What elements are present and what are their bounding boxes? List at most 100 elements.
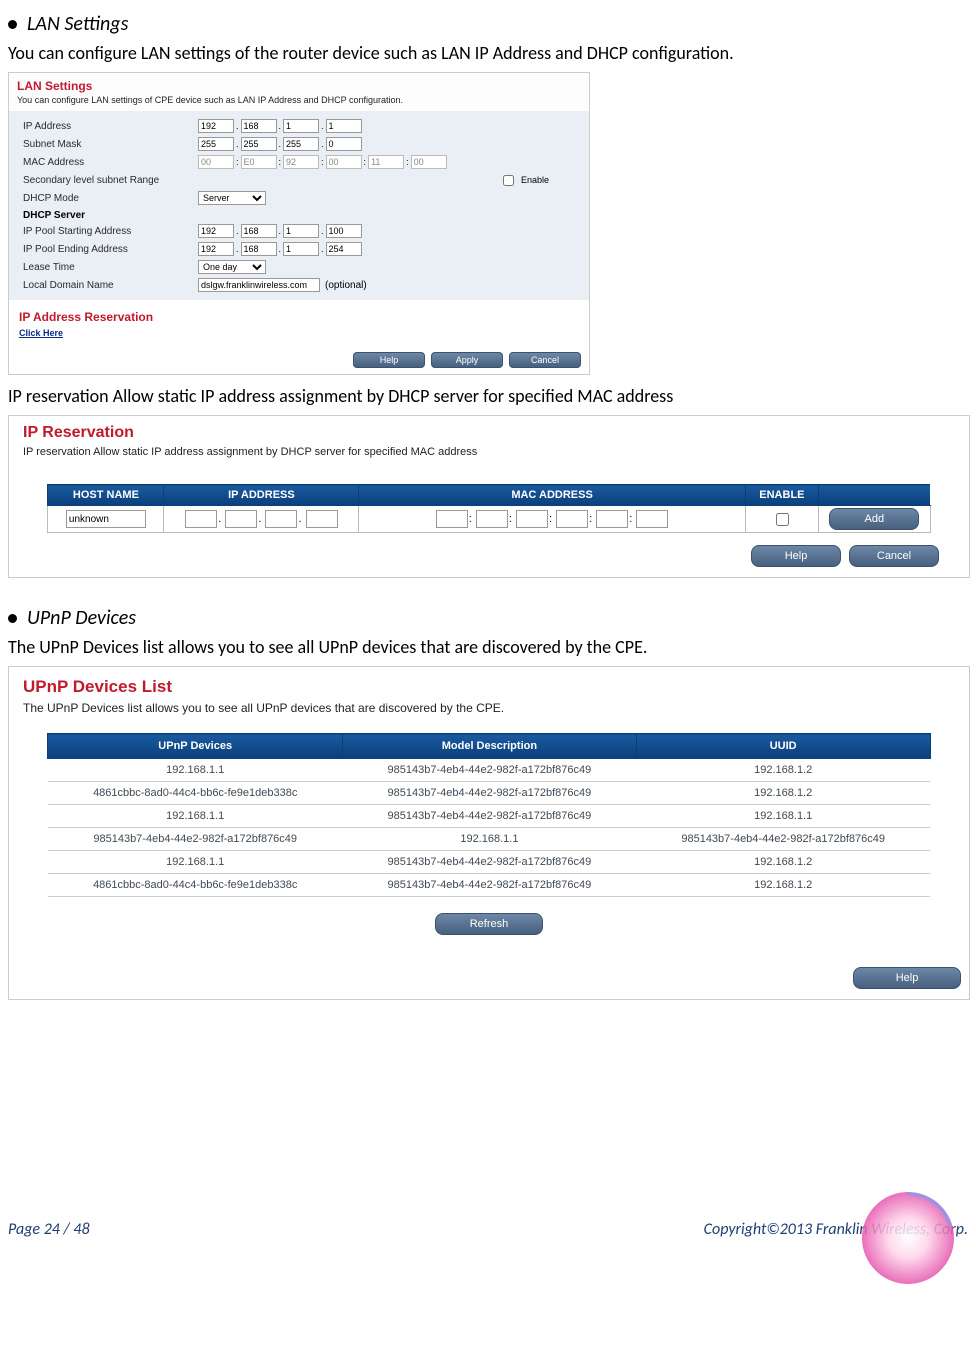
panel1-desc: You can configure LAN settings of CPE de…	[9, 95, 589, 111]
mac-6[interactable]	[411, 155, 447, 169]
add-button[interactable]: Add	[829, 508, 919, 530]
mask-octet-1[interactable]	[198, 137, 234, 151]
mac-address-label: MAC Address	[23, 157, 198, 168]
upnp-table: UPnP Devices Model Description UUID 192.…	[47, 733, 930, 897]
domain-label: Local Domain Name	[23, 280, 198, 291]
cancel-button[interactable]: Cancel	[849, 545, 939, 567]
mac-address-row: MAC Address : : : : :	[23, 153, 579, 171]
pool-start-label: IP Pool Starting Address	[23, 226, 198, 237]
mac-6[interactable]	[636, 510, 668, 528]
upnp-intro-text: The UPnP Devices list allows you to see …	[8, 636, 968, 658]
th-uuid: UUID	[636, 734, 930, 759]
subnet-mask-label: Subnet Mask	[23, 139, 198, 150]
table-row: 192.168.1.1985143b7-4eb4-44e2-982f-a172b…	[48, 805, 930, 828]
dhcp-mode-select[interactable]: Server	[198, 191, 266, 205]
table-cell: 192.168.1.2	[636, 851, 930, 874]
table-cell: 985143b7-4eb4-44e2-982f-a172bf876c49	[343, 851, 637, 874]
mac-2[interactable]	[476, 510, 508, 528]
ip-octet-2[interactable]	[241, 119, 277, 133]
end-1[interactable]	[198, 242, 234, 256]
row-enable-checkbox[interactable]	[776, 513, 789, 526]
table-cell: 192.168.1.2	[636, 874, 930, 897]
table-row: 985143b7-4eb4-44e2-982f-a172bf876c49192.…	[48, 828, 930, 851]
ip-address-row: IP Address . . .	[23, 117, 579, 135]
table-cell: 4861cbbc-8ad0-44c4-bb6c-fe9e1deb338c	[48, 874, 343, 897]
ip-octet-1[interactable]	[198, 119, 234, 133]
th-model: Model Description	[343, 734, 637, 759]
start-3[interactable]	[283, 224, 319, 238]
bullet-icon	[8, 20, 17, 29]
table-cell: 985143b7-4eb4-44e2-982f-a172bf876c49	[343, 782, 637, 805]
mask-octet-2[interactable]	[241, 137, 277, 151]
end-4[interactable]	[326, 242, 362, 256]
start-2[interactable]	[241, 224, 277, 238]
table-cell: 192.168.1.1	[48, 851, 343, 874]
lease-time-row: Lease Time One day	[23, 258, 579, 276]
mask-octet-3[interactable]	[283, 137, 319, 151]
help-button[interactable]: Help	[751, 545, 841, 567]
table-cell: 985143b7-4eb4-44e2-982f-a172bf876c49	[343, 805, 637, 828]
click-here-link[interactable]: Click Here	[9, 328, 589, 348]
start-4[interactable]	[326, 224, 362, 238]
table-cell: 192.168.1.2	[636, 782, 930, 805]
bullet-icon	[8, 614, 17, 623]
table-cell: 4861cbbc-8ad0-44c4-bb6c-fe9e1deb338c	[48, 782, 343, 805]
table-cell: 985143b7-4eb4-44e2-982f-a172bf876c49	[343, 874, 637, 897]
dhcp-mode-row: DHCP Mode Server	[23, 189, 579, 207]
secondary-subnet-row: Secondary level subnet Range Enable	[23, 171, 579, 189]
heading-text: LAN Settings	[27, 12, 128, 36]
domain-input[interactable]	[198, 278, 320, 292]
panel2-title: IP Reservation	[9, 416, 969, 444]
mac-2[interactable]	[241, 155, 277, 169]
page-number: Page 24 / 48	[8, 1220, 90, 1239]
mac-5[interactable]	[368, 155, 404, 169]
dhcp-mode-label: DHCP Mode	[23, 193, 198, 204]
lan-intro-text: You can configure LAN settings of the ro…	[8, 42, 968, 64]
start-1[interactable]	[198, 224, 234, 238]
mac-4[interactable]	[556, 510, 588, 528]
help-button[interactable]: Help	[853, 967, 961, 989]
enable-checkbox[interactable]	[503, 175, 514, 186]
mac-1[interactable]	[198, 155, 234, 169]
domain-row: Local Domain Name (optional)	[23, 276, 579, 294]
apply-button[interactable]: Apply	[431, 352, 503, 368]
panel3-title: UPnP Devices List	[9, 667, 969, 701]
ip-reservation-table: HOST NAME IP ADDRESS MAC ADDRESS ENABLE …	[47, 484, 930, 533]
refresh-button[interactable]: Refresh	[435, 913, 543, 935]
end-2[interactable]	[241, 242, 277, 256]
th-host: HOST NAME	[48, 485, 164, 506]
pool-start-row: IP Pool Starting Address . . .	[23, 222, 579, 240]
table-row: 4861cbbc-8ad0-44c4-bb6c-fe9e1deb338c9851…	[48, 874, 930, 897]
th-ip: IP ADDRESS	[164, 485, 359, 506]
help-button[interactable]: Help	[353, 352, 425, 368]
page-footer: Page 24 / 48 Copyright©2013 Franklin Wir…	[8, 1220, 968, 1239]
ip-reservation-panel: IP Reservation IP reservation Allow stat…	[8, 415, 970, 578]
end-3[interactable]	[283, 242, 319, 256]
ip-octet-3[interactable]	[283, 119, 319, 133]
enable-label: Enable	[521, 175, 549, 185]
table-row: 192.168.1.1985143b7-4eb4-44e2-982f-a172b…	[48, 851, 930, 874]
table-row: . . . : : : : : Add	[48, 506, 930, 533]
dhcp-server-head: DHCP Server	[23, 207, 579, 222]
cancel-button[interactable]: Cancel	[509, 352, 581, 368]
mac-4[interactable]	[326, 155, 362, 169]
ip-4[interactable]	[306, 510, 338, 528]
ip-1[interactable]	[185, 510, 217, 528]
mask-octet-4[interactable]	[326, 137, 362, 151]
ip-octet-4[interactable]	[326, 119, 362, 133]
mac-1[interactable]	[436, 510, 468, 528]
table-cell: 985143b7-4eb4-44e2-982f-a172bf876c49	[636, 828, 930, 851]
panel1-title: LAN Settings	[9, 73, 589, 95]
ip-2[interactable]	[225, 510, 257, 528]
mac-5[interactable]	[596, 510, 628, 528]
mac-3[interactable]	[516, 510, 548, 528]
table-cell: 192.168.1.1	[636, 805, 930, 828]
table-cell: 192.168.1.1	[48, 805, 343, 828]
mac-3[interactable]	[283, 155, 319, 169]
subnet-mask-row: Subnet Mask . . .	[23, 135, 579, 153]
ip-3[interactable]	[265, 510, 297, 528]
upnp-devices-panel: UPnP Devices List The UPnP Devices list …	[8, 666, 970, 1000]
lease-time-select[interactable]: One day	[198, 260, 266, 274]
hostname-input[interactable]	[66, 510, 146, 528]
table-cell: 985143b7-4eb4-44e2-982f-a172bf876c49	[48, 828, 343, 851]
